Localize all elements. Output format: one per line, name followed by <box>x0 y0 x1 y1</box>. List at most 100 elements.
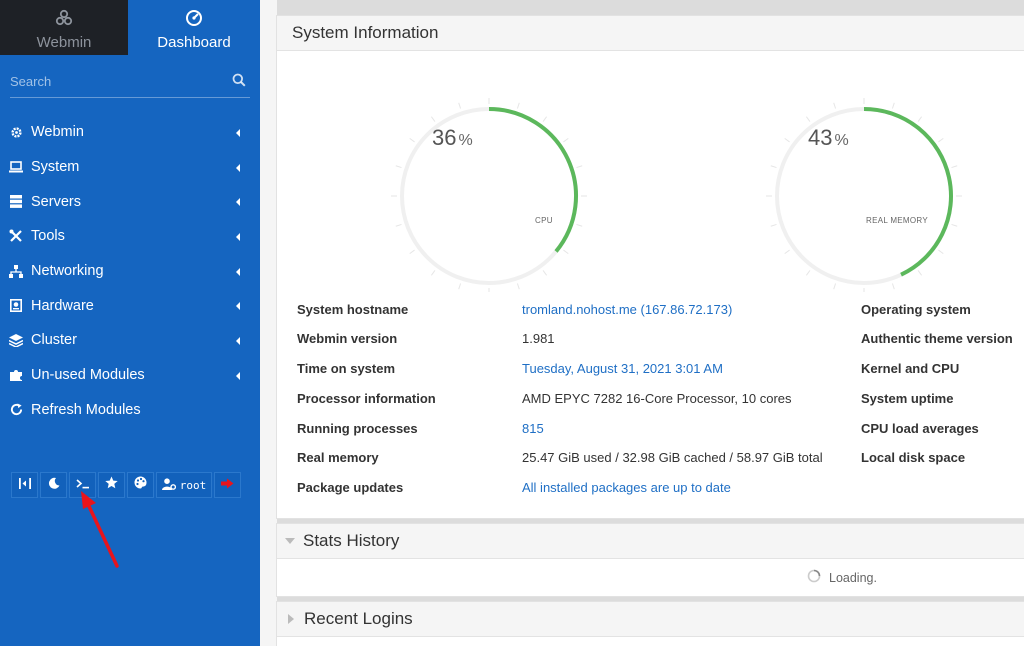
night-mode-button[interactable] <box>40 472 67 498</box>
row-key: Webmin version <box>297 331 398 346</box>
gear-icon <box>9 125 23 139</box>
sidebar-item-label: Tools <box>31 228 65 245</box>
server-rack-icon <box>9 195 23 209</box>
search-input[interactable] <box>10 67 210 95</box>
gauge-tick <box>563 249 569 255</box>
sidebar-item-networking[interactable]: Networking <box>0 254 260 289</box>
sidebar-item-hardware[interactable]: Hardware <box>0 288 260 323</box>
logout-button[interactable] <box>214 472 241 498</box>
sidebar-item-label: Servers <box>31 193 81 210</box>
spinner-icon <box>807 569 821 586</box>
gauge-tick <box>576 223 583 227</box>
panel-title: System Information <box>292 23 439 42</box>
logout-icon <box>221 476 234 494</box>
sidebar-item-label: Un-used Modules <box>31 367 145 384</box>
gauge-tick <box>542 116 548 122</box>
sidebar-item-cluster[interactable]: Cluster <box>0 323 260 358</box>
gauge-tick <box>805 270 811 276</box>
tab-webmin[interactable]: Webmin <box>0 0 128 55</box>
sidebar-item-system[interactable]: System <box>0 150 260 185</box>
row-key: Running processes <box>297 421 418 436</box>
chevron-left-icon <box>236 337 240 346</box>
puzzle-icon <box>9 368 23 382</box>
hostname-link[interactable]: tromland.nohost.me (167.86.72.173) <box>522 302 732 317</box>
recent-logins-panel: Recent Logins <box>277 602 1024 646</box>
sidebar-item-label: Networking <box>31 263 104 280</box>
cpu-gauge-value: 36% <box>432 125 473 151</box>
row-value: 25.47 GiB used / 32.98 GiB cached / 58.9… <box>522 450 823 465</box>
caret-right-icon <box>288 614 294 624</box>
row-key: Authentic theme version <box>861 331 1013 346</box>
sidebar-item-label: System <box>31 159 80 176</box>
row-key: CPU load averages <box>861 421 979 436</box>
row-value: AMD EPYC 7282 16-Core Processor, 10 core… <box>522 391 792 406</box>
red-arrow-annotation <box>75 490 125 575</box>
chevron-left-icon <box>236 163 240 172</box>
cpu-unit: % <box>458 132 473 149</box>
sidebar-item-label: Cluster <box>31 332 77 349</box>
sidebar-item-webmin[interactable]: Webmin <box>0 115 260 150</box>
package-updates-link[interactable]: All installed packages are up to date <box>522 480 731 495</box>
caret-down-icon <box>285 538 295 544</box>
memory-gauge-caption: REAL MEMORY <box>866 216 928 225</box>
sidebar-item-label: Refresh Modules <box>31 401 141 418</box>
gauge-tick <box>951 165 958 169</box>
search-icon[interactable] <box>232 73 246 92</box>
gauge-tick <box>833 283 837 290</box>
collapse-sidebar-icon <box>18 476 31 494</box>
memory-unit: % <box>834 132 849 149</box>
gauge-tick <box>430 270 436 276</box>
layers-icon <box>9 333 23 347</box>
hard-drive-icon <box>9 299 23 313</box>
row-key: Processor information <box>297 391 436 406</box>
user-button[interactable]: root <box>156 472 212 498</box>
gauge-tick <box>395 223 402 227</box>
row-key: Local disk space <box>861 450 966 465</box>
row-key: System hostname <box>297 302 409 317</box>
loading-indicator: Loading. <box>807 569 877 586</box>
gauge-tick <box>576 165 583 169</box>
dashboard-gauge-icon <box>185 9 203 27</box>
chevron-left-icon <box>236 302 240 311</box>
sidebar-item-tools[interactable]: Tools <box>0 219 260 254</box>
chevron-left-icon <box>236 267 240 276</box>
gauge-tick <box>409 249 415 255</box>
gauge-tick <box>430 116 436 122</box>
gauge-tick <box>395 165 402 169</box>
gauge-tick <box>458 283 462 290</box>
gauge-tick <box>516 102 520 109</box>
cpu-gauge <box>391 98 587 292</box>
sidebar-item-unused-modules[interactable]: Un-used Modules <box>0 358 260 393</box>
gauge-tick <box>784 137 790 143</box>
sidebar-item-servers[interactable]: Servers <box>0 184 260 219</box>
stats-history-header[interactable]: Stats History <box>277 524 1024 559</box>
gauge-tick <box>917 116 923 122</box>
row-key: System uptime <box>861 391 954 406</box>
gauge-tick <box>833 102 837 109</box>
sidebar-item-refresh-modules[interactable]: Refresh Modules <box>0 393 260 428</box>
tab-dashboard[interactable]: Dashboard <box>128 0 260 55</box>
memory-gauge-value: 43% <box>808 125 849 151</box>
theme-palette-button[interactable] <box>127 472 154 498</box>
gauge-tick <box>938 137 944 143</box>
sidebar-top-tabs: Webmin Dashboard <box>0 0 260 55</box>
processes-link[interactable]: 815 <box>522 421 544 436</box>
row-key: Package updates <box>297 480 404 495</box>
webmin-logo-icon <box>55 9 73 27</box>
row-key: Kernel and CPU <box>861 361 960 376</box>
loading-text: Loading. <box>829 570 877 585</box>
gauge-tick <box>917 270 923 276</box>
gauges-svg <box>391 98 962 292</box>
cpu-value: 36 <box>432 125 457 150</box>
recent-logins-header[interactable]: Recent Logins <box>277 602 1024 637</box>
collapse-sidebar-button[interactable] <box>11 472 38 498</box>
gauge-tick <box>891 102 895 109</box>
sidebar-search <box>10 67 250 98</box>
time-link[interactable]: Tuesday, August 31, 2021 3:01 AM <box>522 361 723 376</box>
row-key: Time on system <box>297 361 396 376</box>
user-gear-icon <box>161 477 176 493</box>
content-gutter <box>260 0 277 646</box>
gauge-tick <box>563 137 569 143</box>
panel-title: Recent Logins <box>304 609 413 628</box>
gauge-tick <box>516 283 520 290</box>
